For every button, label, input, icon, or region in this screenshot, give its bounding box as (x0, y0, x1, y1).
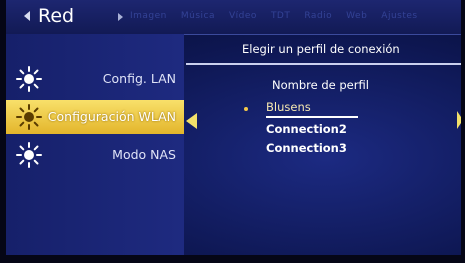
sidebar-item-configuracion-wlan[interactable]: Configuración WLAN (6, 100, 184, 134)
tab-tdt[interactable]: TDT (271, 11, 290, 21)
tab-web[interactable]: Web (346, 11, 367, 21)
profile-item-connection2[interactable]: Connection2 (266, 122, 347, 136)
selected-bullet-icon (244, 107, 248, 111)
panel-title: Elegir un perfil de conexión (242, 42, 400, 56)
sidebar: Config. LAN Configuración WLAN Modo NAS (6, 34, 184, 255)
tab-radio[interactable]: Radio (304, 11, 332, 21)
sidebar-item-label: Config. LAN (102, 71, 176, 86)
page-title: Red (38, 5, 75, 27)
top-tabs: Imagen Música Vídeo TDT Radio Web Ajuste… (130, 11, 418, 21)
tab-ajustes[interactable]: Ajustes (381, 11, 417, 21)
main-panel: Elegir un perfil de conexión Nombre de p… (186, 34, 463, 255)
sidebar-item-config-lan[interactable]: Config. LAN (6, 62, 184, 96)
tab-musica[interactable]: Música (181, 11, 215, 21)
sun-icon (16, 104, 42, 130)
tab-video[interactable]: Vídeo (229, 11, 257, 21)
arrow-left-icon[interactable] (24, 11, 30, 21)
sidebar-item-modo-nas[interactable]: Modo NAS (6, 138, 184, 172)
sidebar-item-label: Configuración WLAN (47, 109, 176, 124)
divider (186, 63, 461, 65)
top-bar: Red Imagen Música Vídeo TDT Radio Web Aj… (6, 0, 461, 35)
screen-bezel-left (0, 0, 6, 263)
screen-bezel-right (461, 0, 465, 263)
tab-imagen[interactable]: Imagen (130, 11, 167, 21)
profile-item-connection3[interactable]: Connection3 (266, 141, 347, 155)
arrow-right-icon[interactable] (118, 13, 123, 21)
sun-icon (16, 142, 42, 168)
column-header: Nombre de perfil (272, 78, 369, 92)
screen-bezel-bottom (0, 255, 465, 263)
sidebar-item-label: Modo NAS (112, 147, 176, 162)
profile-item-blusens[interactable]: Blusens (266, 100, 311, 114)
sun-icon (16, 66, 42, 92)
selection-underline (266, 116, 358, 118)
